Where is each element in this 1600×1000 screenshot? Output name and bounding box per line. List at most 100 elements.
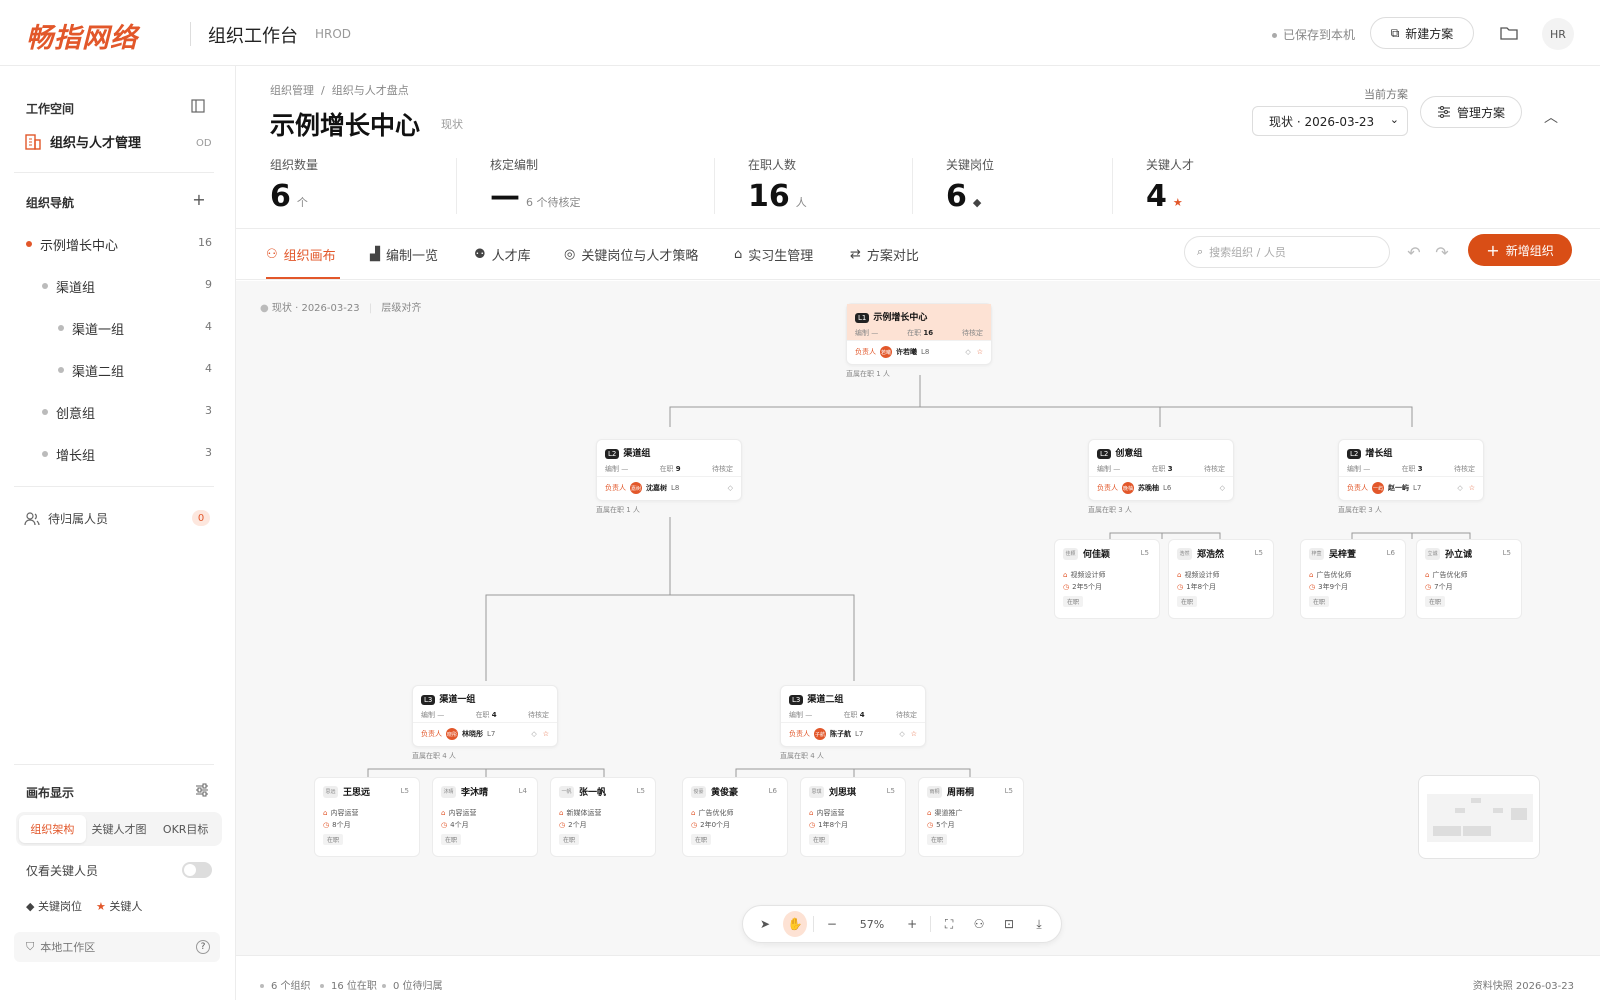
person-card[interactable]: 佳颖 何佳颖 L5 ⌂ 视频设计师 ◷ 2年5个月 在职 [1054,539,1160,619]
tab-headcount[interactable]: ▟ 编制一览 [370,245,438,264]
sidebar-item-count: 9 [205,278,212,291]
diamond-outline-icon[interactable]: ◇ [1457,484,1462,492]
org-card-header: L2 渠道组 编制 — 在职 9 待核定 [597,440,741,477]
person-role: 内容运营 [448,809,477,817]
status-snapshot: 资料快照 2026-03-23 [1472,981,1574,992]
person-card[interactable]: 梓萱 吴梓萱 L6 ⌂ 广告优化师 ◷ 3年9个月 在职 [1300,539,1406,619]
select-tool-button[interactable]: ➤ [753,911,777,937]
diamond-outline-icon[interactable]: ◇ [728,484,733,492]
person-card[interactable]: 思琪 刘思琪 L5 ⌂ 内容运营 ◷ 1年8个月 在职 [800,777,906,857]
plan-select[interactable]: 现状 · 2026-03-23 ⌄ [1252,106,1408,136]
star-outline-icon[interactable]: ☆ [1469,484,1475,492]
person-card[interactable]: 沐晴 李沐晴 L4 ⌂ 内容运营 ◷ 4个月 在职 [432,777,538,857]
org-card-creative[interactable]: L2 创意组 编制 — 在职 3 待核定 负责人 晚柚 苏晚柚 L6 ◇ [1088,439,1234,501]
zoom-in-button[interactable]: + [900,911,924,937]
diamond-outline-icon[interactable]: ◇ [531,730,536,738]
legend-key-talent-label: 关键人 [109,900,143,913]
tab-key-posts[interactable]: ◎ 关键岗位与人才策略 [564,245,698,264]
export-button[interactable]: ⤓ [1027,911,1051,937]
org-card-channel-2[interactable]: L3 渠道二组 编制 — 在职 4 待核定 负责人 子航 陈子航 L7 ◇ ☆ [780,685,926,747]
diamond-outline-icon[interactable]: ◇ [1220,484,1225,492]
add-org-nav-button[interactable]: + [190,190,208,209]
person-avatar: 思远 [323,785,338,798]
org-nav-label: 组织导航 [26,196,75,210]
user-avatar[interactable]: HR [1542,18,1574,50]
manage-plan-button[interactable]: 管理方案 [1420,96,1522,128]
status-active-count: 16 位在职 [320,977,377,992]
zoom-out-button[interactable]: − [820,911,844,937]
person-role: 内容运营 [330,809,359,817]
star-icon: ★ [1172,196,1183,209]
segment-okr[interactable]: OKR目标 [152,815,219,843]
org-card-channel-1[interactable]: L3 渠道一组 编制 — 在职 4 待核定 负责人 晓彤 林晓彤 L7 ◇ ☆ [412,685,558,747]
owner-name: 林晓彤 [462,730,483,738]
sidebar-item-channel[interactable]: 渠道组 9 [0,264,236,306]
sidebar-item-channel-2[interactable]: 渠道二组 4 [0,348,236,390]
org-canvas[interactable]: ● 现状 · 2026-03-23 | 层级对齐 L1 示例增长中心 编制 — … [236,281,1600,955]
fit-view-button[interactable]: ⊡ [997,911,1021,937]
star-outline-icon[interactable]: ☆ [977,348,983,356]
folder-button[interactable] [1496,20,1522,46]
breadcrumb-org-mgmt[interactable]: 组织管理 [270,84,314,97]
collapse-header-button[interactable]: ︿ [1540,106,1562,128]
sidebar-item-count: 16 [198,236,212,249]
star-outline-icon[interactable]: ☆ [911,730,917,738]
clock-icon: ◷ [1063,583,1070,591]
sidebar-item-creative[interactable]: 创意组 3 [0,390,236,432]
headcount-value: — [621,465,629,473]
person-status-badge: 在职 [691,834,712,845]
tab-plan-compare[interactable]: ⇄ 方案对比 [850,245,919,264]
pan-tool-button[interactable]: ✋ [782,911,807,937]
org-card-root[interactable]: L1 示例增长中心 编制 — 在职 16 待核定 负责人 若曦 许若曦 L8 ◇ ☆ [846,303,992,365]
headcount-label: 编制 [1097,465,1111,473]
segment-key-talent[interactable]: 关键人才图 [86,815,153,843]
person-card[interactable]: 立诚 孙立诚 L5 ⌂ 广告优化师 ◷ 7个月 在职 [1416,539,1522,619]
stat-label: 核定编制 [490,158,539,172]
sidebar-item-growth-center[interactable]: 示例增长中心 16 [0,222,236,264]
tab-talent-pool[interactable]: ⚉ 人才库 [474,245,531,264]
org-card-channel[interactable]: L2 渠道组 编制 — 在职 9 待核定 负责人 嘉树 沈嘉树 L8 ◇ [596,439,742,501]
workspace-selector[interactable]: 组织与人才管理 [24,132,141,151]
person-card[interactable]: 思远 王思远 L5 ⌂ 内容运营 ◷ 8个月 在职 [314,777,420,857]
collapse-sidebar-button[interactable] [190,98,206,114]
help-button[interactable]: ? [196,940,210,954]
org-card-header: L2 增长组 编制 — 在职 3 待核定 [1339,440,1483,477]
diamond-outline-icon[interactable]: ◇ [965,348,970,356]
add-org-button[interactable]: + 新增组织 [1468,234,1572,266]
canvas-minimap[interactable] [1418,775,1540,859]
person-card[interactable]: 浩然 郑浩然 L5 ⌂ 视频设计师 ◷ 1年8个月 在职 [1168,539,1274,619]
tree-dot [42,283,48,289]
undo-button[interactable]: ↶ [1404,242,1424,262]
sidebar-item-growth[interactable]: 增长组 3 [0,432,236,474]
key-only-toggle[interactable] [182,862,212,878]
new-plan-button[interactable]: ⧉ 新建方案 [1370,17,1474,49]
building-icon [25,133,41,150]
diamond-outline-icon[interactable]: ◇ [899,730,904,738]
star-outline-icon[interactable]: ☆ [543,730,549,738]
canvas-settings-button[interactable] [194,782,210,798]
org-card-growth[interactable]: L2 增长组 编制 — 在职 3 待核定 负责人 一屿 赵一屿 L7 ◇ ☆ [1338,439,1484,501]
person-avatar: 梓萱 [1309,547,1324,560]
pending-members-link[interactable]: 待归属人员 [24,510,108,527]
person-tenure: 1年8个月 [1186,583,1217,591]
stat-divider [1112,158,1113,214]
tab-interns[interactable]: ⌂ 实习生管理 [734,245,813,264]
person-card[interactable]: 雨桐 周雨桐 L5 ⌂ 渠道推广 ◷ 5个月 在职 [918,777,1024,857]
redo-button[interactable]: ↷ [1432,242,1452,262]
person-card[interactable]: 俊豪 黄俊豪 L6 ⌂ 广告优化师 ◷ 2年0个月 在职 [682,777,788,857]
sidebar-item-channel-1[interactable]: 渠道一组 4 [0,306,236,348]
tab-org-canvas[interactable]: ⚇ 组织画布 [266,245,336,264]
logo-divider [190,22,191,46]
layout-button[interactable]: ⚇ [967,911,991,937]
person-card[interactable]: 一帆 张一帆 L5 ⌂ 新媒体运营 ◷ 2个月 在职 [550,777,656,857]
sidebar-divider [14,486,214,487]
zoom-level: 57% [859,917,885,931]
segment-org-structure[interactable]: 组织架构 [19,815,86,843]
toolbar-divider [812,916,814,932]
org-name: 渠道二组 [807,695,844,705]
local-workspace-label: 本地工作区 [40,941,96,954]
fullscreen-button[interactable]: ⛶ [937,911,961,937]
search-input[interactable]: ⌕ 搜索组织 / 人员 [1184,236,1390,268]
toolbar-divider [930,916,932,932]
person-level: L6 [1386,549,1395,557]
